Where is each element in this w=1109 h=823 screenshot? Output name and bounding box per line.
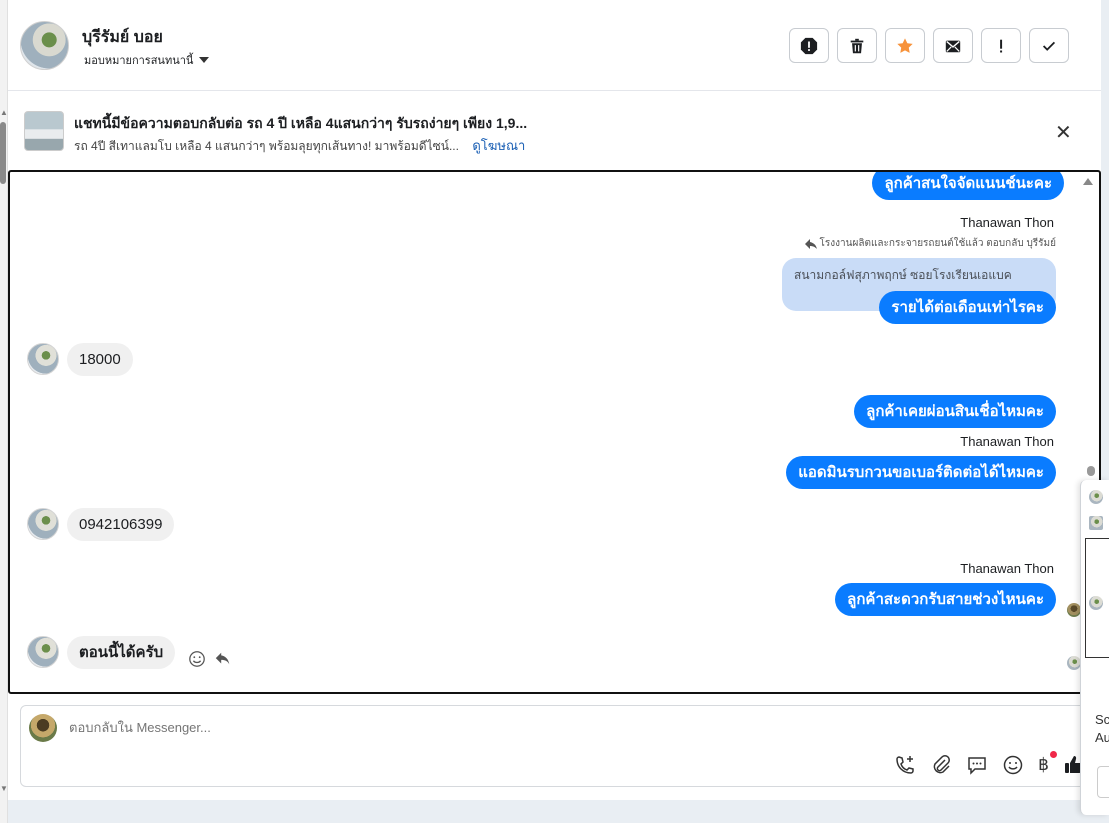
scroll-thumb[interactable] — [0, 122, 6, 184]
emoji-icon[interactable] — [1002, 754, 1024, 776]
incoming-message[interactable]: 18000 — [67, 343, 133, 376]
thread-scroll-thumb[interactable] — [1087, 466, 1095, 476]
envelope-icon — [945, 40, 961, 52]
seen-by-avatar — [1067, 656, 1081, 670]
popup-avatar — [1089, 596, 1103, 610]
report-spam-button[interactable] — [789, 28, 829, 63]
outgoing-message[interactable]: แอดมินรบกวนขอเบอร์ติดต่อได้ไหมคะ — [786, 456, 1056, 489]
contact-avatar[interactable] — [20, 21, 69, 70]
thread-scroll-up-arrow[interactable] — [1083, 178, 1093, 185]
assign-label: มอบหมายการสนทนานี้ — [84, 55, 194, 67]
close-ad-bar-button[interactable]: ✕ — [1055, 120, 1072, 145]
reply-note-text: โรงงานผลิตและกระจายรถยนต์ใช้แล้ว ตอบกลับ… — [819, 238, 1056, 249]
outgoing-message[interactable]: รายได้ต่อเดือนเท่าไรคะ — [879, 291, 1056, 324]
popup-text-line: Sc — [1095, 712, 1109, 727]
check-icon — [1042, 41, 1056, 51]
contact-avatar-small[interactable] — [27, 508, 59, 540]
incoming-message[interactable]: ตอนนี้ได้ครับ — [67, 636, 176, 669]
attachment-icon[interactable] — [930, 754, 952, 776]
composer-tools: ฿ — [894, 751, 1085, 776]
trash-icon — [850, 38, 864, 53]
outgoing-message[interactable]: ลูกค้าเคยผ่อนสินเชื่อไหมคะ — [854, 395, 1056, 428]
add-call-icon[interactable] — [894, 754, 916, 776]
side-chat-popup[interactable]: Sc Au — [1080, 480, 1109, 815]
incoming-message[interactable]: 0942106399 — [67, 508, 175, 541]
ad-title: แชทนี้มีข้อความตอบกลับต่อ รถ 4 ปี เหลือ … — [74, 115, 528, 131]
conversation-toolbar — [789, 28, 1069, 63]
star-icon — [897, 37, 913, 53]
popup-avatar — [1089, 490, 1103, 504]
message-composer: ฿ — [20, 705, 1090, 787]
mark-unread-button[interactable] — [933, 28, 973, 63]
notification-dot — [1050, 751, 1057, 758]
saved-replies-icon[interactable] — [966, 754, 988, 776]
contact-name[interactable]: บุรีรัมย์ บอย — [82, 25, 163, 50]
message-actions — [188, 650, 232, 668]
left-scrollbar[interactable]: ▲ ▼ — [0, 0, 8, 823]
ad-context-bar: แชทนี้มีข้อความตอบกลับต่อ รถ 4 ปี เหลือ … — [8, 92, 1101, 168]
scroll-down-arrow[interactable]: ▼ — [0, 784, 8, 793]
sender-name: Thanawan Thon — [960, 434, 1054, 449]
delete-button[interactable] — [837, 28, 877, 63]
contact-avatar-small[interactable] — [27, 636, 59, 668]
sender-name: Thanawan Thon — [960, 215, 1054, 230]
payment-button[interactable]: ฿ — [1038, 751, 1057, 775]
exclamation-icon — [1000, 39, 1003, 52]
mark-done-button[interactable] — [1029, 28, 1069, 63]
popup-thumbnail — [1089, 516, 1103, 530]
page-avatar — [29, 714, 57, 742]
sender-name: Thanawan Thon — [960, 561, 1054, 576]
assign-conversation-dropdown[interactable]: มอบหมายการสนทนานี้ — [84, 51, 210, 69]
ad-description: รถ 4ปี สีเทาแลมโบ เหลือ 4 แสนกว่าๆ พร้อม… — [74, 139, 459, 153]
reply-icon[interactable] — [214, 650, 232, 668]
conversation-panel: บุรีรัมย์ บอย มอบหมายการสนทนานี้ แชทนี้ม… — [8, 0, 1101, 800]
outgoing-message[interactable]: ลูกค้าสนใจจัดแนนช์นะคะ — [872, 172, 1064, 200]
follow-up-button[interactable] — [981, 28, 1021, 63]
baht-icon: ฿ — [1038, 755, 1049, 775]
caret-down-icon — [199, 57, 210, 63]
ad-thumbnail[interactable] — [24, 111, 64, 151]
popup-button[interactable] — [1097, 766, 1109, 798]
ad-subtitle: รถ 4ปี สีเทาแลมโบ เหลือ 4 แสนกว่าๆ พร้อม… — [74, 135, 525, 156]
alert-octagon-icon — [800, 37, 818, 54]
reply-input[interactable] — [69, 720, 869, 735]
conversation-header: บุรีรัมย์ บอย มอบหมายการสนทนานี้ — [8, 0, 1101, 91]
scroll-up-arrow[interactable]: ▲ — [0, 108, 8, 117]
popup-text-line: Au — [1095, 730, 1109, 745]
react-smiley-icon[interactable] — [188, 650, 206, 668]
outgoing-message[interactable]: ลูกค้าสะดวกรับสายช่วงไหนคะ — [835, 583, 1056, 616]
message-thread[interactable]: ลูกค้าสนใจจัดแนนช์นะคะ Thanawan Thon โรง… — [8, 170, 1101, 694]
seen-by-avatar — [1067, 603, 1081, 617]
star-button[interactable] — [885, 28, 925, 63]
contact-avatar-small[interactable] — [27, 343, 59, 375]
reply-arrow-icon — [804, 238, 817, 249]
view-ad-link[interactable]: ดูโฆษณา — [472, 138, 525, 153]
reply-note: โรงงานผลิตและกระจายรถยนต์ใช้แล้ว ตอบกลับ… — [804, 236, 1056, 251]
